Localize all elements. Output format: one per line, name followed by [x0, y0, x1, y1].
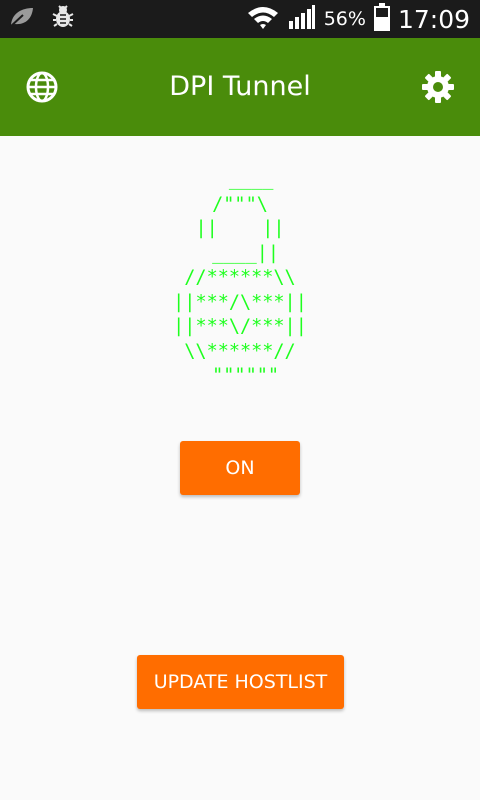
wifi-icon [246, 4, 280, 34]
settings-button[interactable] [420, 69, 456, 105]
clock: 17:09 [397, 4, 470, 34]
bug-icon [50, 4, 76, 34]
page-title: DPI Tunnel [169, 71, 311, 102]
gear-icon [422, 71, 454, 103]
app-toolbar: DPI Tunnel [0, 38, 480, 136]
status-bar: 56% 17:09 [0, 0, 480, 38]
signal-icon [288, 4, 316, 34]
battery-percent: 56% [323, 8, 366, 30]
lock-ascii-art: ____ /"""\ || || ____|| //******\\ ||***… [173, 169, 307, 386]
language-button[interactable] [24, 69, 60, 105]
toggle-tunnel-button[interactable]: ON [180, 441, 300, 495]
notification-icons [8, 4, 76, 34]
leaf-icon [8, 5, 36, 33]
globe-icon [26, 71, 58, 103]
status-indicators: 56% 17:09 [246, 0, 470, 38]
update-hostlist-button[interactable]: UPDATE HOSTLIST [137, 655, 344, 709]
battery-icon [373, 3, 390, 35]
